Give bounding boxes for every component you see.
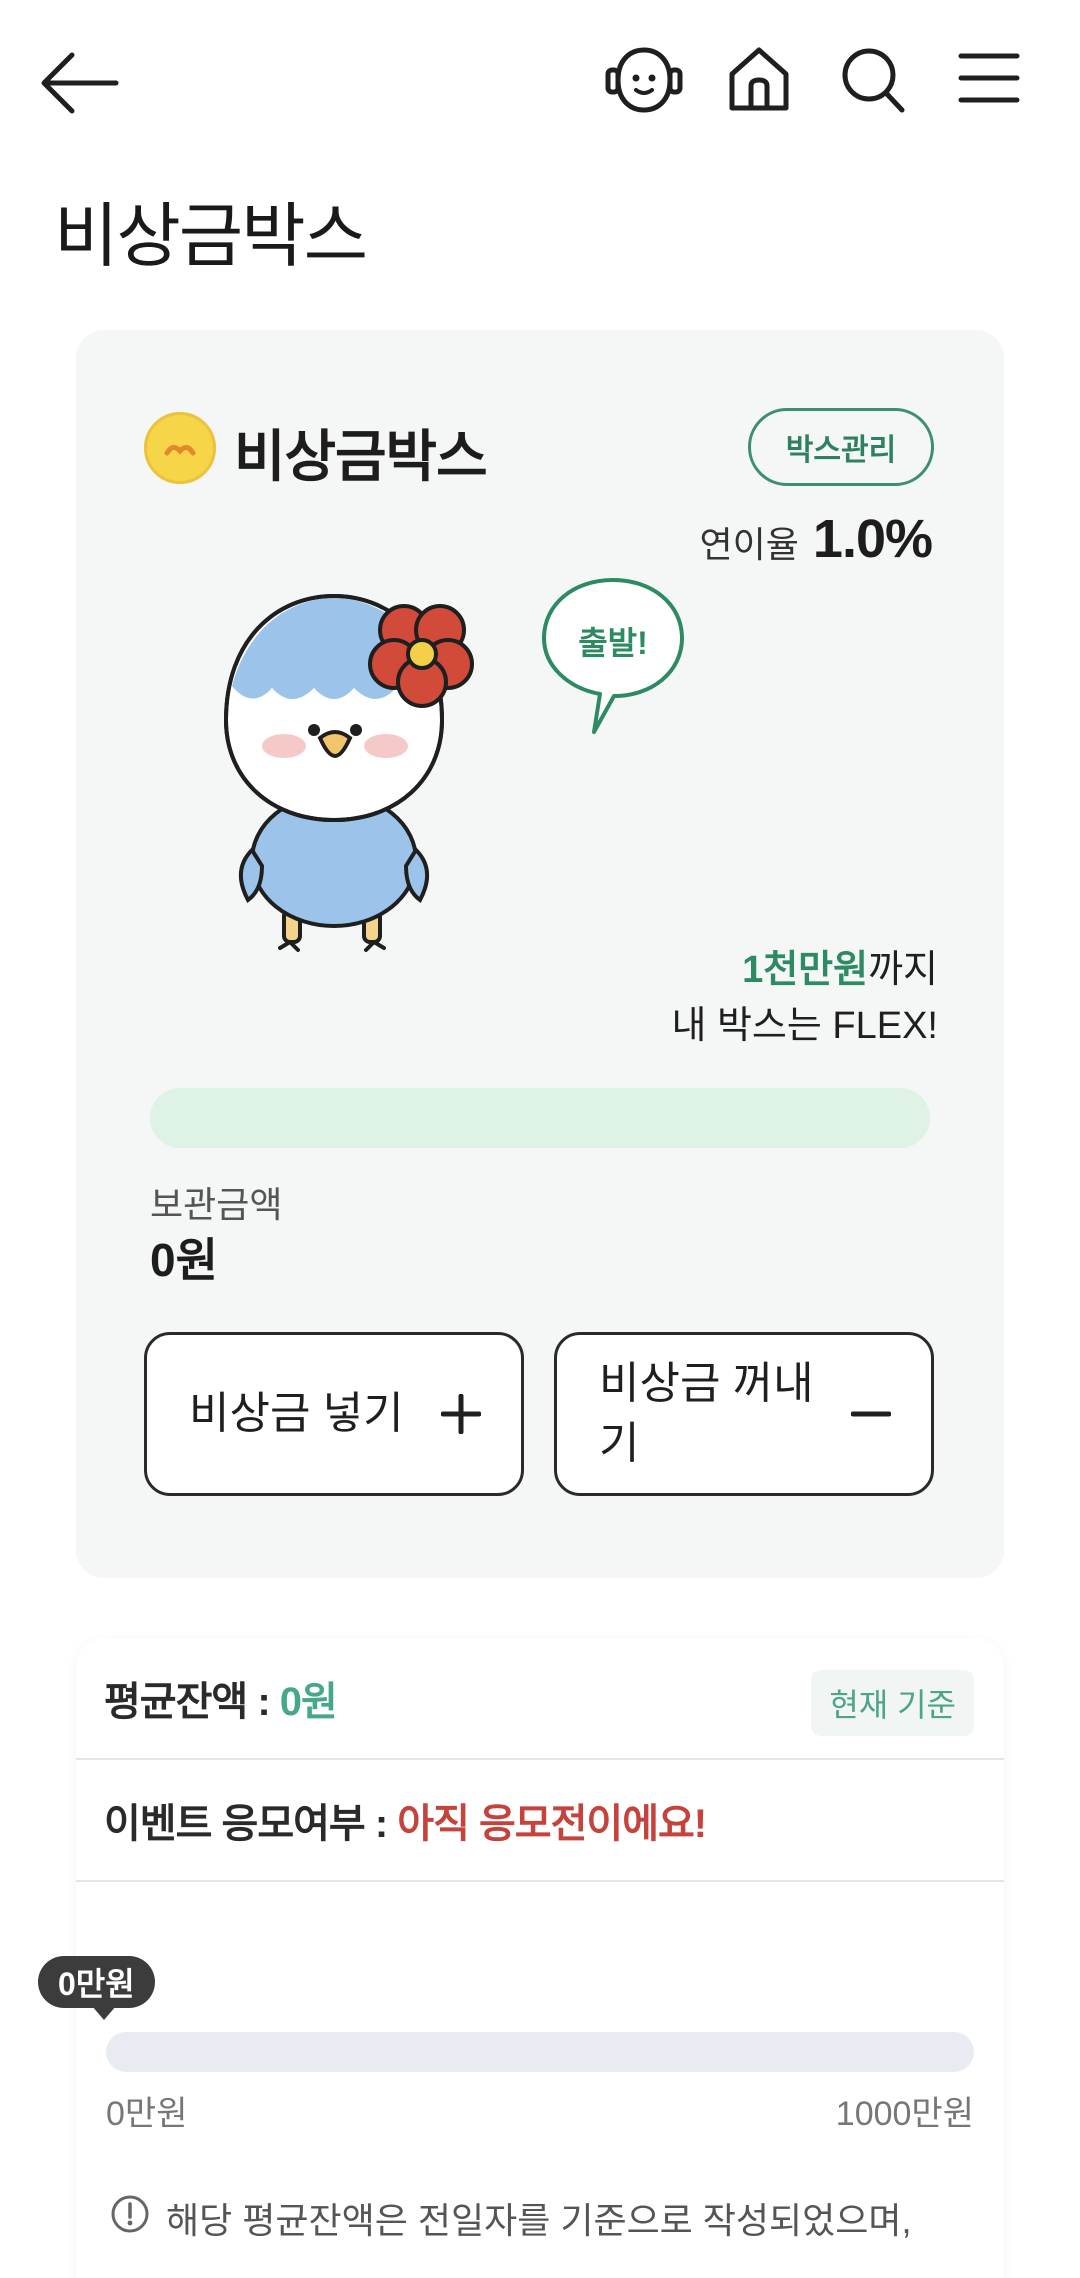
box-manage-button[interactable]: 박스관리 (748, 408, 934, 486)
deposit-label: 비상금 넣기 (189, 1389, 404, 1438)
goal-line2: 내 박스는 FLEX! (671, 1005, 938, 1047)
rate-value: 1.0% (812, 509, 933, 569)
average-balance-card: 평균잔액 : 0원 현재 기준 이벤트 응모여부 : 아직 응모전이에요! (76, 1638, 1004, 2278)
average-balance-value: 0원 (279, 1680, 338, 1724)
notice: 해당 평균잔액은 전일자를 기준으로 작성되었으며, (110, 2192, 912, 2244)
notice-text: 해당 평균잔액은 전일자를 기준으로 작성되었으며, (166, 2200, 912, 2241)
bird-mascot-illustration (223, 593, 474, 952)
event-entry-row: 이벤트 응모여부 : 아직 응모전이에요! (76, 1760, 1004, 1880)
average-balance-label: 평균잔액 : (104, 1680, 271, 1724)
info-circle-icon (111, 2195, 149, 2233)
stored-amount-label: 보관금액 (150, 1184, 283, 1225)
scale-max-label: 1000만원 (835, 2095, 974, 2133)
basis-chip: 현재 기준 (811, 1670, 974, 1736)
search-icon[interactable] (838, 42, 908, 116)
box-name: 비상금박스 (234, 425, 488, 488)
withdraw-label: 비상금 꺼내기 (599, 1359, 814, 1468)
top-bar (0, 0, 1080, 160)
event-entry-label: 이벤트 응모여부 : (104, 1802, 388, 1846)
goal-suffix: 까지 (868, 949, 938, 991)
average-balance-bar (106, 2032, 974, 2072)
balance-tooltip: 0만원 (38, 1956, 155, 2008)
goal-message: 1천만원까지 내 박스는 FLEX! (671, 942, 938, 1054)
home-icon[interactable] (724, 42, 794, 116)
tooltip-arrow (92, 2006, 116, 2020)
bubble-text: 출발! (578, 625, 648, 661)
stored-amount-value: 0원 (150, 1234, 218, 1286)
scale-min-label: 0만원 (106, 2095, 188, 2133)
deposit-button[interactable]: 비상금 넣기 (144, 1332, 524, 1496)
rate-label: 연이율 (699, 524, 799, 565)
plus-icon (441, 1394, 481, 1434)
withdraw-button[interactable]: 비상금 꺼내기 (554, 1332, 934, 1496)
menu-icon[interactable] (956, 46, 1022, 110)
minus-icon (851, 1411, 891, 1417)
divider (76, 1880, 1004, 1882)
page-title: 비상금박스 (54, 197, 368, 275)
savings-progress-bar (150, 1088, 930, 1148)
emergency-box-card: 비상금박스 박스관리 연이율 1.0% 출발! 1천만원까지 내 박스는 FLE… (76, 330, 1004, 1578)
average-balance-row: 평균잔액 : 0원 현재 기준 (76, 1638, 1004, 1758)
interest-rate: 연이율 1.0% (699, 508, 933, 570)
chatbot-icon[interactable] (604, 42, 684, 118)
coin-icon (144, 412, 216, 484)
arrow-left-icon[interactable] (36, 46, 122, 120)
goal-amount: 1천만원 (742, 949, 869, 991)
event-entry-status: 아직 응모전이에요! (397, 1802, 707, 1846)
